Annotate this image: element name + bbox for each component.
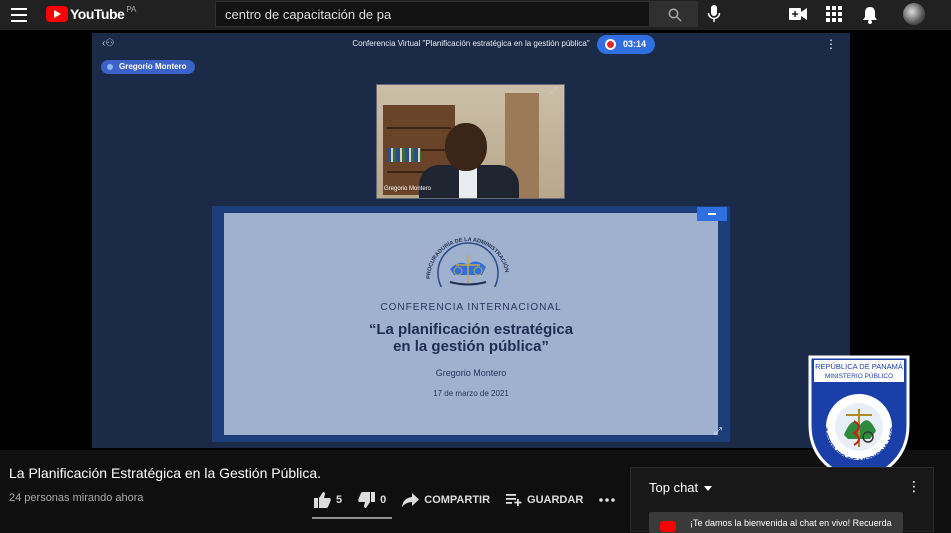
- dislike-button[interactable]: 0: [358, 492, 386, 508]
- slide-date: 17 de marzo de 2021: [433, 389, 509, 398]
- more-actions-button[interactable]: [599, 498, 620, 502]
- meeting-toolbar: ‹⚇ Conferencia Virtual "Planificación es…: [92, 33, 850, 55]
- dislike-count: 0: [380, 494, 387, 506]
- thumbs-up-icon: [314, 492, 331, 508]
- share-icon: [402, 493, 420, 507]
- chat-welcome-text: ¡Te damos la bienvenida al chat en vivo!…: [690, 518, 892, 528]
- expand-icon: ⤢: [550, 85, 558, 95]
- more-vert-icon: ⋮: [825, 37, 837, 51]
- apps-grid-icon[interactable]: [826, 6, 842, 22]
- speaker-camera: Gregorio Montero: [376, 84, 565, 199]
- search-button[interactable]: [650, 1, 698, 27]
- expand-icon: ⤢: [714, 426, 722, 437]
- more-horiz-icon: [599, 498, 616, 502]
- record-icon: [605, 39, 616, 50]
- slide-title-line1: “La planificación estratégica: [368, 321, 574, 338]
- slide-title-line2: en la gestión pública”: [393, 338, 549, 355]
- viewer-count: 24 personas mirando ahora: [9, 492, 144, 504]
- more-vert-icon[interactable]: ⋮: [907, 478, 921, 495]
- meeting-title: Conferencia Virtual "Planificación estra…: [352, 39, 590, 48]
- recording-timer: 03:14: [597, 35, 655, 54]
- live-chat: Top chat ⋮ ¡Te damos la bienvenida al ch…: [630, 467, 934, 533]
- like-dislike-ratio-bar: [312, 517, 392, 519]
- microphone-icon[interactable]: [707, 5, 721, 23]
- presentation-slide: PROCURADURÍA DE LA ADMINISTRACIÓN CONFER…: [224, 213, 718, 435]
- playlist-add-icon: [506, 494, 522, 506]
- youtube-logo[interactable]: YouTube PA: [46, 4, 137, 22]
- save-button[interactable]: GUARDAR: [506, 494, 583, 506]
- medicina-legal-logo: REPÚBLICA DE PANAMÁ MINISTERIO PÚBLICO I…: [808, 355, 910, 483]
- search-input[interactable]: centro de capacitación de pa: [215, 1, 650, 27]
- save-label: GUARDAR: [527, 494, 584, 506]
- hamburger-menu-icon[interactable]: [11, 8, 27, 22]
- youtube-icon: [660, 521, 676, 532]
- avatar[interactable]: [903, 3, 925, 25]
- svg-text:REPÚBLICA DE PANAMÁ: REPÚBLICA DE PANAMÁ: [815, 362, 903, 371]
- logo-text: YouTube: [70, 6, 125, 22]
- like-count: 5: [336, 494, 343, 506]
- video-title: La Planificación Estratégica en la Gesti…: [9, 465, 322, 481]
- slide-author: Gregorio Montero: [435, 368, 507, 378]
- create-video-icon[interactable]: [789, 6, 807, 22]
- masthead: YouTube PA centro de capacitación de pa: [0, 0, 951, 30]
- slide-kicker: CONFERENCIA INTERNACIONAL: [380, 302, 562, 313]
- region-code: PA: [126, 4, 137, 14]
- search-icon: [668, 8, 682, 22]
- shared-screen: PROCURADURÍA DE LA ADMINISTRACIÓN CONFER…: [212, 206, 730, 442]
- bell-icon[interactable]: [862, 6, 878, 24]
- active-speaker-tag: Gregorio Montero: [101, 60, 195, 74]
- camera-name-label: Gregorio Montero: [384, 186, 432, 192]
- svg-text:MINISTERIO PÚBLICO: MINISTERIO PÚBLICO: [825, 371, 893, 380]
- video-actions: 5 0 COMPARTIR GUARDAR: [314, 491, 636, 509]
- timer-text: 03:14: [623, 39, 647, 49]
- minimize-icon: [697, 207, 727, 221]
- share-label: COMPARTIR: [424, 494, 491, 506]
- chat-mode-label: Top chat: [649, 480, 699, 495]
- procuraduria-seal-logo: PROCURADURÍA DE LA ADMINISTRACIÓN: [426, 237, 511, 287]
- share-button[interactable]: COMPARTIR: [402, 493, 490, 507]
- thumbs-down-icon: [358, 492, 376, 508]
- chat-mode-dropdown[interactable]: Top chat: [649, 480, 713, 495]
- youtube-play-icon: [46, 6, 68, 22]
- chevron-down-icon: [704, 486, 713, 492]
- chat-welcome-banner: ¡Te damos la bienvenida al chat en vivo!…: [649, 512, 903, 533]
- like-button[interactable]: 5: [314, 492, 342, 508]
- video-frame[interactable]: ‹⚇ Conferencia Virtual "Planificación es…: [92, 33, 850, 448]
